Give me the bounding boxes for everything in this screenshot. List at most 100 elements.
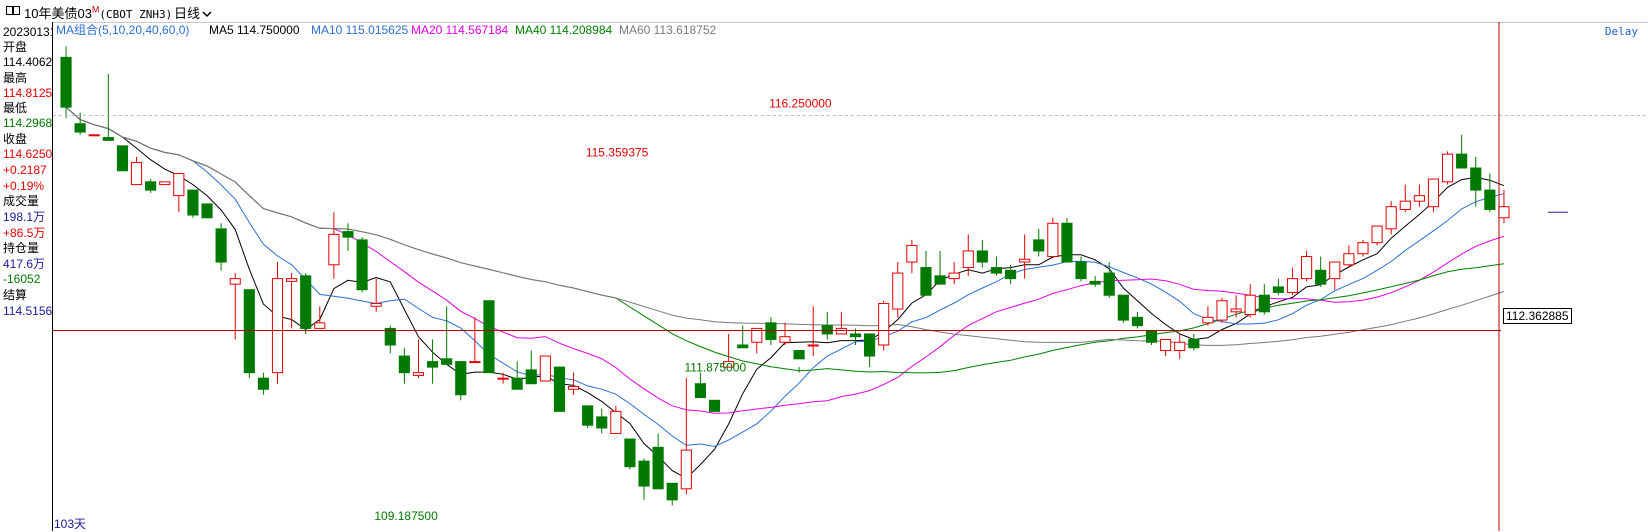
candle-body-down <box>243 289 255 374</box>
volume-value: 198.1万 <box>3 210 46 224</box>
candle <box>652 433 664 490</box>
candle <box>271 262 284 384</box>
candle <box>1371 225 1383 246</box>
candle <box>638 458 650 500</box>
candle-body-down <box>1004 269 1017 280</box>
candle-body-up <box>271 278 284 374</box>
candle <box>948 262 960 285</box>
days-count: 103天 <box>54 517 87 531</box>
candle <box>370 278 382 312</box>
candle-body-up <box>807 344 819 347</box>
period-label: 日线 <box>174 6 201 21</box>
candle-body-down <box>624 438 636 468</box>
candle-body-down <box>1117 294 1129 321</box>
candle-body-down <box>666 482 678 501</box>
candle <box>864 333 876 368</box>
candle <box>130 156 143 186</box>
candle-body-down <box>652 446 664 490</box>
candle <box>356 237 368 293</box>
ma60-legend: MA60 113.618752 <box>619 23 717 37</box>
candle <box>666 482 678 506</box>
candle-body-down <box>1470 167 1482 191</box>
candle-body-down <box>737 344 749 349</box>
candle <box>1047 217 1059 257</box>
ma10-line <box>65 106 1505 448</box>
candle <box>1131 311 1144 329</box>
candle <box>412 339 425 379</box>
candle <box>187 189 199 218</box>
candle <box>1301 250 1313 282</box>
candle-body-up <box>1216 300 1228 321</box>
candle-body-up <box>539 355 551 382</box>
title-bar: 10年美债03M(CBOT ZNH3) 日线 <box>0 0 1648 23</box>
candle-body-down <box>1061 222 1073 263</box>
candle-body-up <box>130 161 143 186</box>
candle-body-up <box>159 181 171 186</box>
candle <box>286 273 298 329</box>
candle-body-up <box>370 303 382 307</box>
candle <box>1230 295 1242 318</box>
candle-body-down <box>300 275 312 329</box>
candle-body-up <box>892 272 904 310</box>
candle-body-down <box>525 369 537 385</box>
candle-body-down <box>765 322 777 340</box>
candle-body-down <box>1145 330 1158 343</box>
candle <box>990 256 1003 276</box>
candle <box>906 239 918 274</box>
candle-body-down <box>145 181 157 191</box>
candle <box>680 378 692 495</box>
candle-body-up <box>229 278 241 285</box>
candle-body-down <box>1188 338 1200 349</box>
candle <box>469 317 481 364</box>
candle <box>525 350 537 385</box>
candle-body-down <box>102 137 114 141</box>
candle-body-down <box>694 383 706 399</box>
low-value: 114.2968 <box>3 116 53 130</box>
candle <box>807 306 819 357</box>
candle-body-down <box>1089 280 1101 285</box>
open-label: 开盘 <box>3 40 28 54</box>
contract-code: (CBOT ZNH3) <box>99 8 173 21</box>
candle-body-up <box>88 134 100 137</box>
candle-body-up <box>1343 253 1355 266</box>
candle <box>342 223 354 251</box>
extreme-price-label: 109.187500 <box>374 509 438 523</box>
candlestick-chart[interactable]: MA组合(5,10,20,40,60,0) MA5 114.750000 MA1… <box>53 22 1648 531</box>
ma-group-label[interactable]: MA组合(5,10,20,40,60,0) <box>56 22 189 37</box>
candle <box>257 372 269 395</box>
close-value: 114.6250 <box>3 147 53 161</box>
delay-label: Delay <box>1604 25 1638 38</box>
low-label: 最低 <box>3 101 28 115</box>
candle <box>765 317 777 345</box>
candle-body-up <box>1160 338 1172 352</box>
candle-body-down <box>398 355 410 374</box>
candle-body-down <box>849 333 862 338</box>
candle <box>201 203 213 219</box>
candle <box>1244 284 1256 318</box>
candle <box>976 239 988 268</box>
candle <box>1103 262 1115 298</box>
settle-value: 114.5156 <box>3 304 53 318</box>
candle <box>1272 278 1284 296</box>
candle <box>1427 178 1440 213</box>
candle-body-down <box>483 300 495 374</box>
candle-body-down <box>1033 239 1045 252</box>
candle-body-down <box>793 350 805 360</box>
candle-body-down <box>553 366 566 412</box>
candle-body-up <box>835 327 847 335</box>
crosshair-price-label: 112.362885 <box>1503 308 1572 324</box>
period-selector[interactable]: 日线 <box>174 3 212 22</box>
candle <box>708 399 721 412</box>
candle-body-down <box>356 239 368 291</box>
candle-body-up <box>1371 225 1383 244</box>
window-icon[interactable] <box>6 6 20 15</box>
candle <box>159 181 171 186</box>
candle <box>1413 184 1425 207</box>
volume-label: 成交量 <box>3 194 40 208</box>
quote-info-panel: 20230131 开盘 114.4062 最高 114.8125 最低 114.… <box>0 22 53 531</box>
candle <box>60 46 72 119</box>
change-pct-value: +0.19% <box>3 179 45 193</box>
candle <box>1075 256 1087 282</box>
candle-body-down <box>920 267 932 296</box>
candle <box>300 273 312 334</box>
